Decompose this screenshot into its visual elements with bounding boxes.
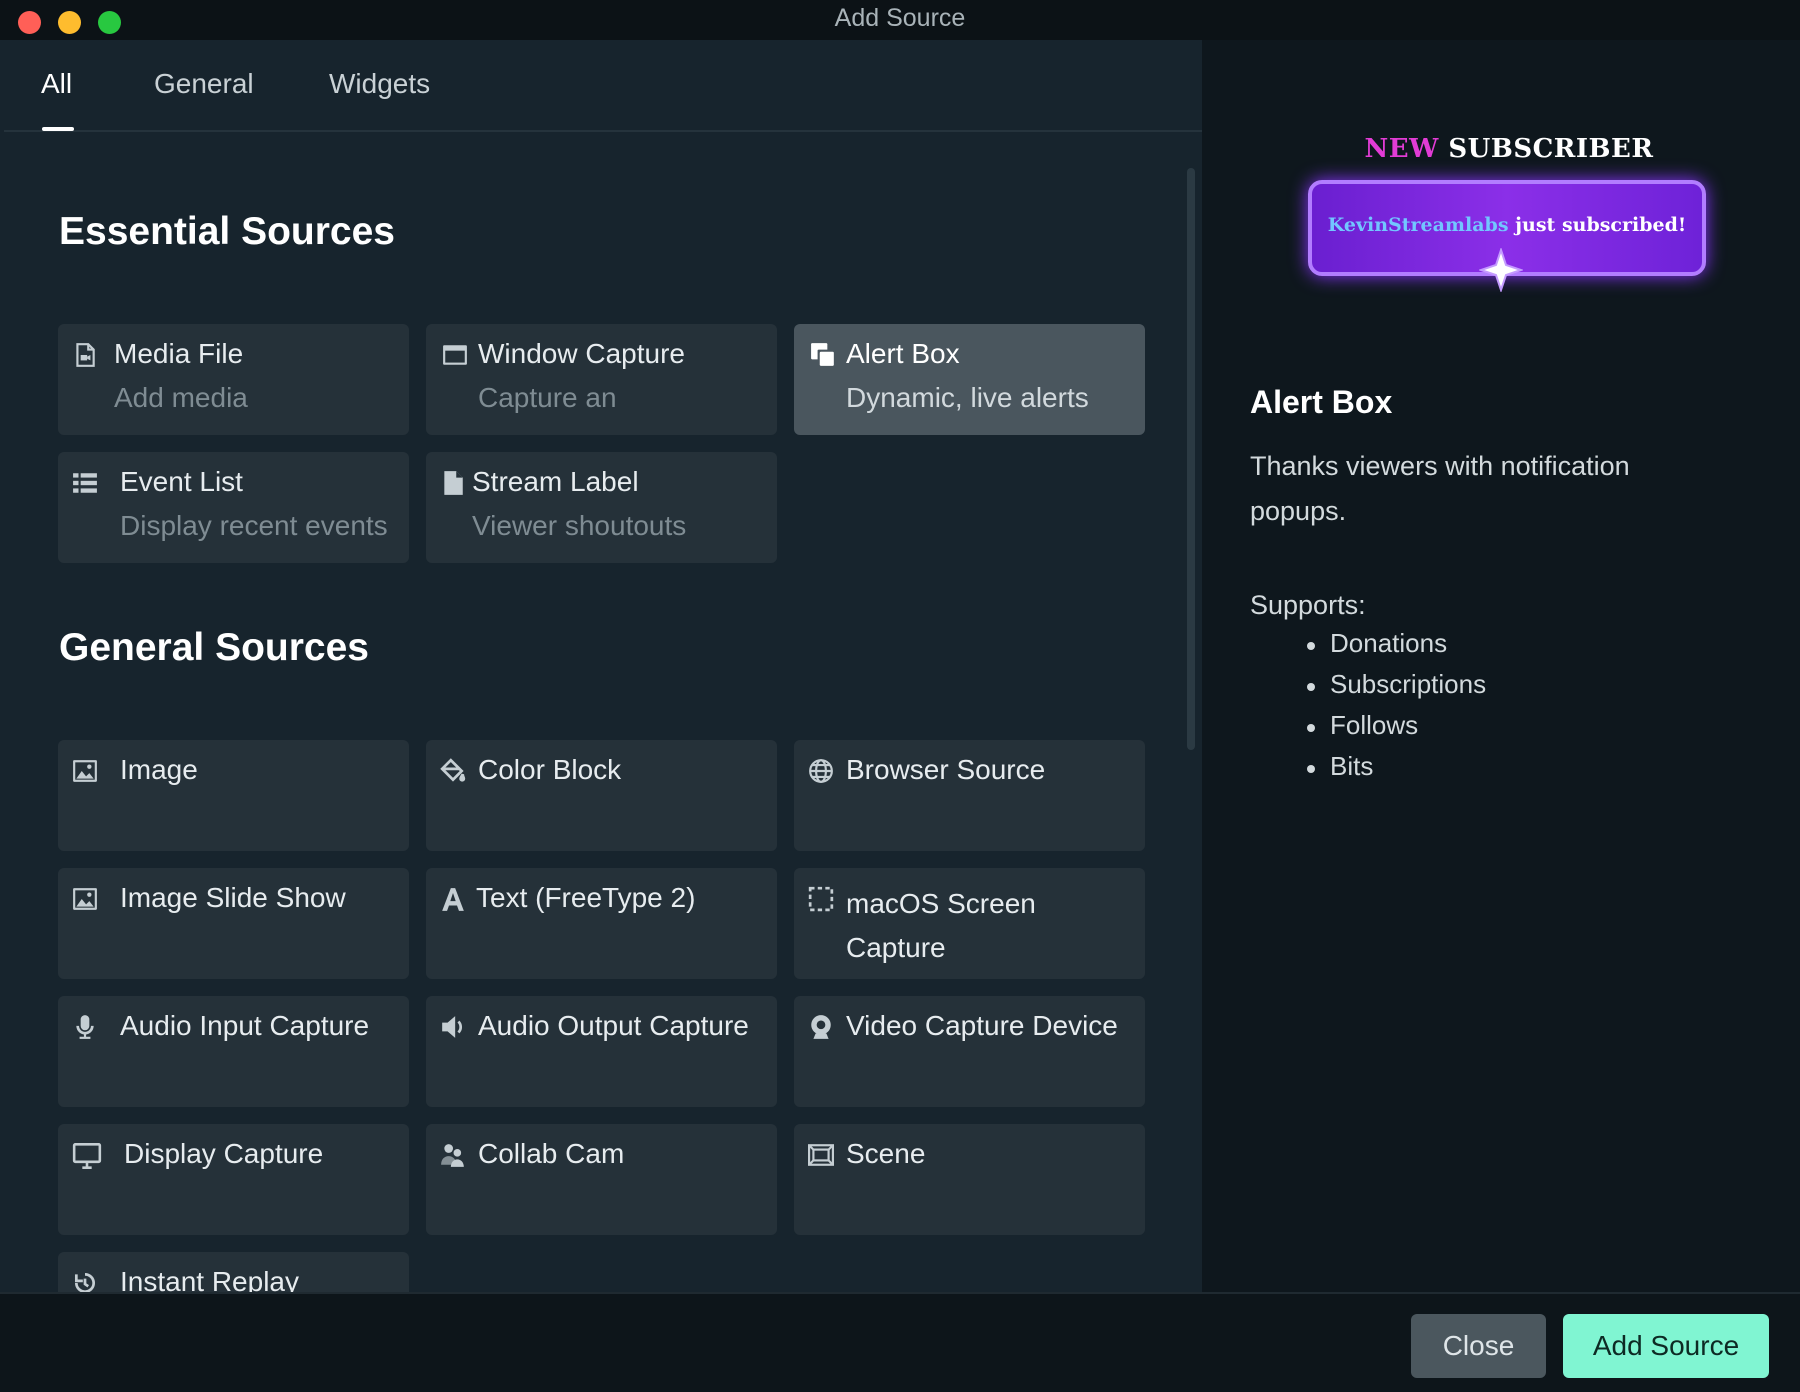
card-title: Window Capture [478, 338, 685, 369]
card-title: Stream Label [472, 466, 639, 497]
list-item: Donations [1306, 628, 1486, 669]
text-icon [440, 886, 466, 912]
source-card-text-freetype[interactable]: Text (FreeType 2) [426, 868, 777, 979]
card-title: Color Block [478, 754, 622, 785]
scene-icon [808, 1142, 834, 1168]
alert-box-preview-image: NEW SUBSCRIBER KevinStreamlabs just subs… [1298, 128, 1720, 372]
source-card-event-list[interactable]: Event List Display recent events [58, 452, 409, 563]
tab-general[interactable]: General [154, 68, 254, 100]
essential-sources-heading: Essential Sources [59, 210, 395, 253]
general-sources-heading: General Sources [59, 626, 369, 669]
card-title: Audio Input Capture [120, 1010, 370, 1041]
microphone-icon [72, 1014, 98, 1040]
card-title: Media File [114, 338, 244, 369]
card-title: Alert Box [846, 338, 960, 369]
source-card-audio-input-capture[interactable]: Audio Input Capture [58, 996, 409, 1107]
add-source-dialog: Add Source All General Widgets Essential… [0, 0, 1800, 1392]
sparkle-icon [1479, 248, 1523, 292]
source-card-image-slide-show[interactable]: Image Slide Show [58, 868, 409, 979]
source-card-image[interactable]: Image [58, 740, 409, 851]
window-title: Add Source [834, 4, 966, 32]
card-title: Scene [846, 1138, 926, 1169]
tab-bar: All General Widgets [4, 40, 1202, 132]
paint-bucket-icon [440, 758, 466, 784]
alert-box-icon [810, 342, 836, 368]
card-description: Add media [114, 382, 248, 413]
list-icon [72, 470, 98, 496]
source-card-media-file[interactable]: Media File Add media [58, 324, 409, 435]
card-title: Video Capture Device [846, 1010, 1118, 1041]
card-description: Capture an [478, 382, 617, 413]
card-title: Collab Cam [478, 1138, 625, 1169]
source-card-stream-label[interactable]: Stream Label Viewer shoutouts [426, 452, 777, 563]
image-icon [72, 758, 98, 784]
detail-title: Alert Box [1250, 384, 1393, 420]
supports-list: Donations Subscriptions Follows Bits [1306, 628, 1486, 792]
image-icon [72, 886, 98, 912]
detail-description: Thanks viewers with notification popups. [1250, 451, 1630, 526]
card-title: Browser Source [846, 754, 1046, 785]
file-icon [440, 470, 466, 496]
window-icon [442, 342, 468, 368]
tab-widgets[interactable]: Widgets [329, 68, 430, 100]
screen-select-icon [808, 886, 834, 912]
card-title: Image Slide Show [120, 882, 346, 913]
preview-message: just subscribed! [1508, 214, 1687, 236]
tab-all[interactable]: All [41, 68, 72, 100]
source-card-alert-box[interactable]: Alert Box Dynamic, live alerts [794, 324, 1145, 435]
speaker-icon [440, 1014, 466, 1040]
supports-label: Supports: [1250, 590, 1366, 620]
source-card-audio-output-capture[interactable]: Audio Output Capture [426, 996, 777, 1107]
source-card-display-capture[interactable]: Display Capture [58, 1124, 409, 1235]
card-description: Dynamic, live alerts [846, 382, 1089, 413]
file-video-icon [72, 342, 98, 368]
globe-icon [808, 758, 834, 784]
preview-username: KevinStreamlabs [1327, 214, 1509, 236]
dialog-footer: Close Add Source [0, 1292, 1800, 1392]
active-tab-indicator [42, 127, 74, 131]
preview-heading: NEW SUBSCRIBER [1364, 134, 1654, 164]
card-title: Display Capture [124, 1138, 324, 1169]
card-description: Display recent events [120, 510, 388, 541]
card-title: Text (FreeType 2) [476, 882, 696, 913]
source-card-color-block[interactable]: Color Block [426, 740, 777, 851]
monitor-icon [72, 1142, 102, 1169]
users-icon [440, 1142, 466, 1168]
source-card-scene[interactable]: Scene [794, 1124, 1145, 1235]
source-card-macos-screen-capture[interactable]: macOS Screen Capture [794, 868, 1145, 979]
source-card-instant-replay[interactable]: Instant Replay [58, 1252, 409, 1292]
card-title: Instant Replay [120, 1266, 299, 1292]
card-title: macOS Screen Capture [846, 888, 1036, 963]
source-card-browser-source[interactable]: Browser Source [794, 740, 1145, 851]
close-button[interactable]: Close [1411, 1314, 1546, 1378]
scrollbar-thumb[interactable] [1187, 168, 1195, 750]
card-title: Image [120, 754, 198, 785]
card-description: Viewer shoutouts [472, 510, 687, 541]
source-list-pane: All General Widgets Essential Sources Me… [4, 40, 1202, 1292]
card-title: Event List [120, 466, 243, 497]
list-item: Bits [1306, 751, 1486, 792]
source-card-window-capture[interactable]: Window Capture Capture an [426, 324, 777, 435]
source-detail-pane: NEW SUBSCRIBER KevinStreamlabs just subs… [1202, 40, 1800, 1292]
list-item: Follows [1306, 710, 1486, 751]
source-card-video-capture-device[interactable]: Video Capture Device [794, 996, 1145, 1107]
title-bar: Add Source [0, 0, 1800, 40]
replay-icon [72, 1270, 98, 1292]
list-item: Subscriptions [1306, 669, 1486, 710]
add-source-button[interactable]: Add Source [1563, 1314, 1769, 1378]
webcam-icon [808, 1014, 834, 1040]
source-card-collab-cam[interactable]: Collab Cam [426, 1124, 777, 1235]
card-title: Audio Output Capture [478, 1010, 749, 1041]
